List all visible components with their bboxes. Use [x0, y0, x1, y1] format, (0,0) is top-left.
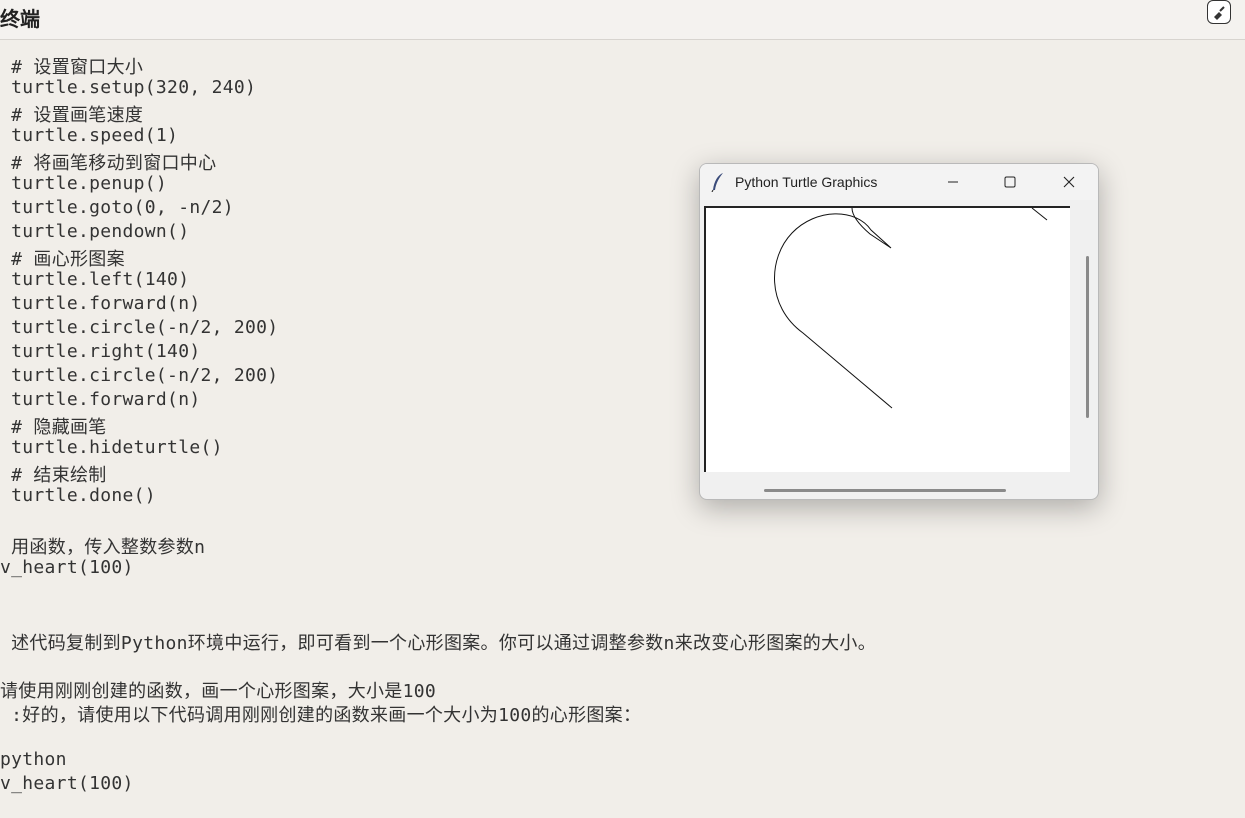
output-line: python: [0, 749, 67, 770]
output-line: turtle.circle(-n/2, 200): [0, 317, 279, 338]
broom-icon: [1214, 6, 1225, 20]
minimize-button[interactable]: [938, 170, 968, 194]
output-line: turtle.speed(1): [0, 125, 179, 146]
page-title: 终端: [0, 7, 40, 31]
turtle-graphics-window[interactable]: Python Turtle Graphics: [699, 163, 1099, 500]
window-titlebar[interactable]: Python Turtle Graphics: [700, 164, 1098, 200]
output-line: turtle.done(): [0, 485, 156, 506]
output-line: # 画心形图案: [0, 249, 125, 270]
close-button[interactable]: [1054, 170, 1084, 194]
output-line: turtle.forward(n): [0, 293, 201, 314]
output-line: v_heart(100): [0, 557, 134, 578]
output-line: turtle.setup(320, 240): [0, 77, 257, 98]
maximize-button[interactable]: [995, 170, 1025, 194]
turtle-canvas[interactable]: [704, 206, 1070, 472]
clear-terminal-button[interactable]: [1207, 0, 1231, 24]
output-line: turtle.penup(): [0, 173, 168, 194]
vertical-scrollbar[interactable]: [1086, 256, 1089, 418]
output-line: turtle.right(140): [0, 341, 201, 362]
output-line: # 隐藏画笔: [0, 417, 107, 438]
output-line: # 将画笔移动到窗口中心: [0, 153, 217, 174]
close-icon: [1063, 176, 1075, 188]
output-line: v_heart(100): [0, 773, 134, 794]
output-line: 述代码复制到Python环境中运行，即可看到一个心形图案。你可以通过调整参数n来…: [0, 633, 876, 654]
minimize-icon: [948, 181, 958, 183]
output-line: :好的，请使用以下代码调用刚刚创建的函数来画一个大小为100的心形图案：: [0, 705, 642, 726]
output-line: turtle.pendown(): [0, 221, 190, 242]
maximize-icon: [1004, 176, 1016, 188]
terminal-header: 终端: [0, 0, 1245, 40]
output-line: turtle.left(140): [0, 269, 190, 290]
feather-icon: [711, 173, 723, 192]
output-line: # 设置窗口大小: [0, 57, 144, 78]
output-line: 用函数，传入整数参数n: [0, 537, 206, 558]
output-line: turtle.hideturtle(): [0, 437, 223, 458]
horizontal-scrollbar[interactable]: [764, 489, 1006, 492]
output-line: turtle.goto(0, -n/2): [0, 197, 234, 218]
heart-drawing: [774, 207, 1048, 409]
output-line: turtle.forward(n): [0, 389, 201, 410]
output-line: turtle.circle(-n/2, 200): [0, 365, 279, 386]
output-line: 请使用刚刚创建的函数，画一个心形图案，大小是100: [0, 681, 437, 702]
output-line: # 结束绘制: [0, 465, 107, 486]
output-line: # 设置画笔速度: [0, 105, 144, 126]
window-title: Python Turtle Graphics: [735, 174, 878, 190]
